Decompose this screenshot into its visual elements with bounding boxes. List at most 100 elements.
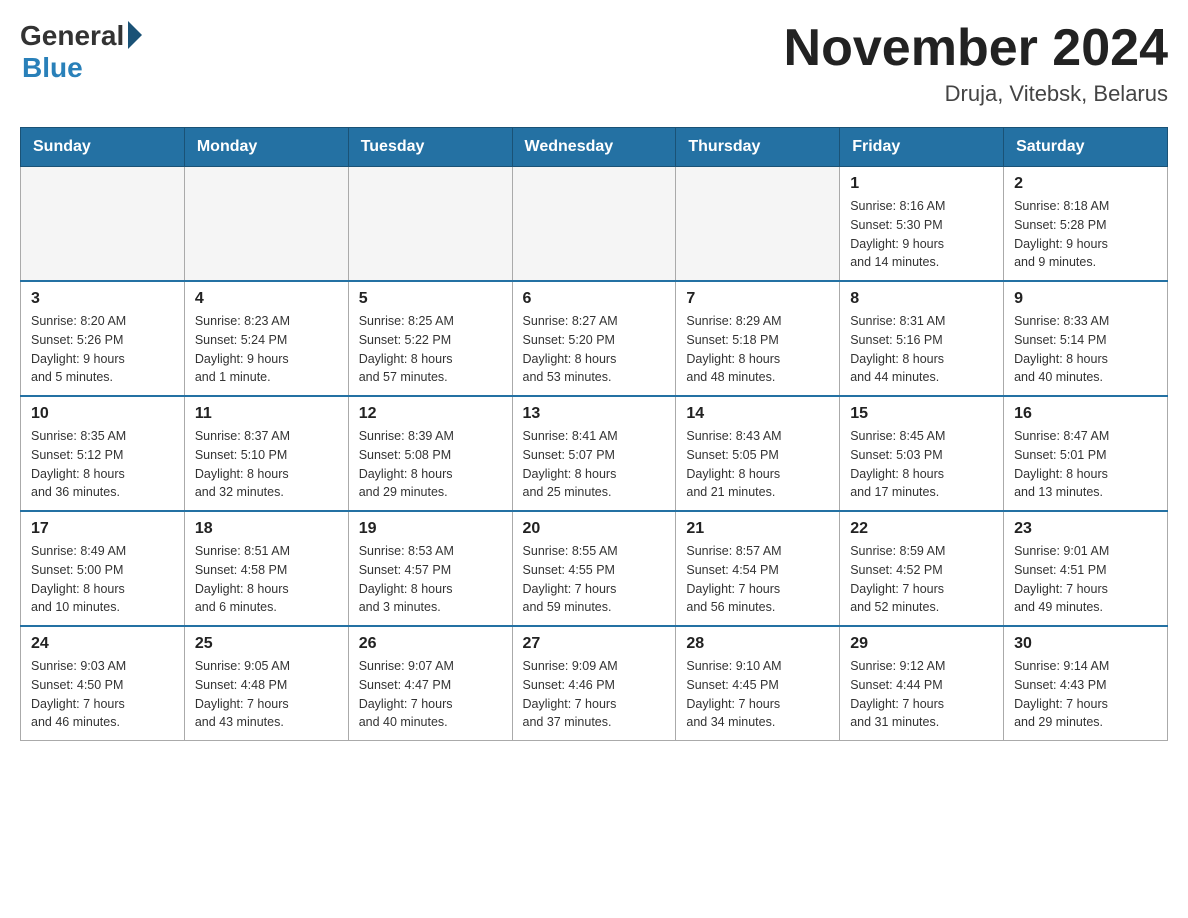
day-info: Sunrise: 8:27 AM Sunset: 5:20 PM Dayligh…	[523, 312, 666, 387]
day-number: 6	[523, 290, 666, 308]
calendar-week-row: 1Sunrise: 8:16 AM Sunset: 5:30 PM Daylig…	[21, 167, 1168, 282]
logo-arrow-icon	[128, 21, 142, 49]
day-number: 20	[523, 520, 666, 538]
calendar-cell: 15 Sunrise: 8:45 AM Sunset: 5:03 PM Dayli…	[840, 396, 1004, 511]
day-info: Sunrise: 8:53 AM Sunset: 4:57 PM Dayligh…	[359, 542, 502, 617]
calendar-cell	[184, 167, 348, 282]
calendar-cell: 29 Sunrise: 9:12 AM Sunset: 4:44 PM Dayli…	[840, 626, 1004, 741]
calendar-cell: 25Sunrise: 9:05 AM Sunset: 4:48 PM Dayli…	[184, 626, 348, 741]
day-number: 26	[359, 635, 502, 653]
day-number: 11	[195, 405, 338, 423]
day-number: 15	[850, 405, 993, 423]
day-number: 24	[31, 635, 174, 653]
day-info: Sunrise: 9:07 AM Sunset: 4:47 PM Dayligh…	[359, 657, 502, 732]
day-number: 29	[850, 635, 993, 653]
day-number: 23	[1014, 520, 1157, 538]
day-number: 9	[1014, 290, 1157, 308]
day-number: 14	[686, 405, 829, 423]
day-number: 30	[1014, 635, 1157, 653]
calendar-week-row: 17 Sunrise: 8:49 AM Sunset: 5:00 PM Dayli…	[21, 511, 1168, 626]
day-info: Sunrise: 8:43 AM Sunset: 5:05 PM Dayligh…	[686, 427, 829, 502]
day-info: Sunrise: 8:35 AM Sunset: 5:12 PM Dayligh…	[31, 427, 174, 502]
weekday-header-wednesday: Wednesday	[512, 128, 676, 167]
day-info: Sunrise: 8:25 AM Sunset: 5:22 PM Dayligh…	[359, 312, 502, 387]
calendar-cell: 3Sunrise: 8:20 AM Sunset: 5:26 PM Daylig…	[21, 281, 185, 396]
day-info: Sunrise: 8:47 AM Sunset: 5:01 PM Dayligh…	[1014, 427, 1157, 502]
day-number: 8	[850, 290, 993, 308]
calendar-cell: 26 Sunrise: 9:07 AM Sunset: 4:47 PM Dayli…	[348, 626, 512, 741]
logo-blue-text: Blue	[22, 52, 83, 84]
calendar-cell	[21, 167, 185, 282]
calendar-cell: 4Sunrise: 8:23 AM Sunset: 5:24 PM Daylig…	[184, 281, 348, 396]
calendar-cell: 10 Sunrise: 8:35 AM Sunset: 5:12 PM Dayli…	[21, 396, 185, 511]
day-info: Sunrise: 9:09 AM Sunset: 4:46 PM Dayligh…	[523, 657, 666, 732]
weekday-header-monday: Monday	[184, 128, 348, 167]
location-subtitle: Druja, Vitebsk, Belarus	[784, 81, 1168, 107]
day-number: 17	[31, 520, 174, 538]
day-info: Sunrise: 9:05 AM Sunset: 4:48 PM Dayligh…	[195, 657, 338, 732]
weekday-header-friday: Friday	[840, 128, 1004, 167]
calendar-cell: 18 Sunrise: 8:51 AM Sunset: 4:58 PM Dayli…	[184, 511, 348, 626]
day-info: Sunrise: 8:23 AM Sunset: 5:24 PM Dayligh…	[195, 312, 338, 387]
day-info: Sunrise: 9:10 AM Sunset: 4:45 PM Dayligh…	[686, 657, 829, 732]
calendar-week-row: 3Sunrise: 8:20 AM Sunset: 5:26 PM Daylig…	[21, 281, 1168, 396]
day-info: Sunrise: 9:12 AM Sunset: 4:44 PM Dayligh…	[850, 657, 993, 732]
day-info: Sunrise: 8:57 AM Sunset: 4:54 PM Dayligh…	[686, 542, 829, 617]
calendar-cell: 17 Sunrise: 8:49 AM Sunset: 5:00 PM Dayli…	[21, 511, 185, 626]
day-info: Sunrise: 8:49 AM Sunset: 5:00 PM Dayligh…	[31, 542, 174, 617]
day-info: Sunrise: 8:16 AM Sunset: 5:30 PM Dayligh…	[850, 197, 993, 272]
calendar-cell: 21 Sunrise: 8:57 AM Sunset: 4:54 PM Dayli…	[676, 511, 840, 626]
day-number: 2	[1014, 175, 1157, 193]
calendar-cell: 6 Sunrise: 8:27 AM Sunset: 5:20 PM Daylig…	[512, 281, 676, 396]
calendar-table: SundayMondayTuesdayWednesdayThursdayFrid…	[20, 127, 1168, 741]
logo-general-text: General	[20, 20, 124, 52]
day-info: Sunrise: 8:20 AM Sunset: 5:26 PM Dayligh…	[31, 312, 174, 387]
day-info: Sunrise: 8:45 AM Sunset: 5:03 PM Dayligh…	[850, 427, 993, 502]
calendar-cell: 23 Sunrise: 9:01 AM Sunset: 4:51 PM Dayli…	[1004, 511, 1168, 626]
calendar-cell: 14 Sunrise: 8:43 AM Sunset: 5:05 PM Dayli…	[676, 396, 840, 511]
day-info: Sunrise: 8:39 AM Sunset: 5:08 PM Dayligh…	[359, 427, 502, 502]
day-number: 13	[523, 405, 666, 423]
day-number: 18	[195, 520, 338, 538]
day-number: 5	[359, 290, 502, 308]
day-number: 10	[31, 405, 174, 423]
day-number: 7	[686, 290, 829, 308]
calendar-cell: 22 Sunrise: 8:59 AM Sunset: 4:52 PM Dayli…	[840, 511, 1004, 626]
day-number: 19	[359, 520, 502, 538]
calendar-cell: 30 Sunrise: 9:14 AM Sunset: 4:43 PM Dayli…	[1004, 626, 1168, 741]
logo: General Blue	[20, 20, 142, 84]
calendar-week-row: 24Sunrise: 9:03 AM Sunset: 4:50 PM Dayli…	[21, 626, 1168, 741]
calendar-cell: 11 Sunrise: 8:37 AM Sunset: 5:10 PM Dayli…	[184, 396, 348, 511]
calendar-cell	[348, 167, 512, 282]
weekday-header-saturday: Saturday	[1004, 128, 1168, 167]
calendar-cell: 20 Sunrise: 8:55 AM Sunset: 4:55 PM Dayli…	[512, 511, 676, 626]
day-number: 22	[850, 520, 993, 538]
day-number: 21	[686, 520, 829, 538]
calendar-cell: 28Sunrise: 9:10 AM Sunset: 4:45 PM Dayli…	[676, 626, 840, 741]
day-number: 27	[523, 635, 666, 653]
day-info: Sunrise: 8:29 AM Sunset: 5:18 PM Dayligh…	[686, 312, 829, 387]
weekday-header-sunday: Sunday	[21, 128, 185, 167]
calendar-cell: 7 Sunrise: 8:29 AM Sunset: 5:18 PM Daylig…	[676, 281, 840, 396]
day-number: 12	[359, 405, 502, 423]
calendar-cell: 1Sunrise: 8:16 AM Sunset: 5:30 PM Daylig…	[840, 167, 1004, 282]
day-info: Sunrise: 8:37 AM Sunset: 5:10 PM Dayligh…	[195, 427, 338, 502]
calendar-cell: 12 Sunrise: 8:39 AM Sunset: 5:08 PM Dayli…	[348, 396, 512, 511]
day-info: Sunrise: 8:51 AM Sunset: 4:58 PM Dayligh…	[195, 542, 338, 617]
day-info: Sunrise: 8:59 AM Sunset: 4:52 PM Dayligh…	[850, 542, 993, 617]
calendar-cell: 9Sunrise: 8:33 AM Sunset: 5:14 PM Daylig…	[1004, 281, 1168, 396]
calendar-cell	[676, 167, 840, 282]
day-info: Sunrise: 8:31 AM Sunset: 5:16 PM Dayligh…	[850, 312, 993, 387]
weekday-header-thursday: Thursday	[676, 128, 840, 167]
calendar-cell: 5 Sunrise: 8:25 AM Sunset: 5:22 PM Daylig…	[348, 281, 512, 396]
calendar-cell: 16Sunrise: 8:47 AM Sunset: 5:01 PM Dayli…	[1004, 396, 1168, 511]
calendar-header-row: SundayMondayTuesdayWednesdayThursdayFrid…	[21, 128, 1168, 167]
calendar-cell: 13Sunrise: 8:41 AM Sunset: 5:07 PM Dayli…	[512, 396, 676, 511]
calendar-cell: 2Sunrise: 8:18 AM Sunset: 5:28 PM Daylig…	[1004, 167, 1168, 282]
calendar-cell: 8 Sunrise: 8:31 AM Sunset: 5:16 PM Daylig…	[840, 281, 1004, 396]
day-info: Sunrise: 8:55 AM Sunset: 4:55 PM Dayligh…	[523, 542, 666, 617]
day-info: Sunrise: 9:01 AM Sunset: 4:51 PM Dayligh…	[1014, 542, 1157, 617]
weekday-header-tuesday: Tuesday	[348, 128, 512, 167]
calendar-cell: 24Sunrise: 9:03 AM Sunset: 4:50 PM Dayli…	[21, 626, 185, 741]
day-info: Sunrise: 9:14 AM Sunset: 4:43 PM Dayligh…	[1014, 657, 1157, 732]
